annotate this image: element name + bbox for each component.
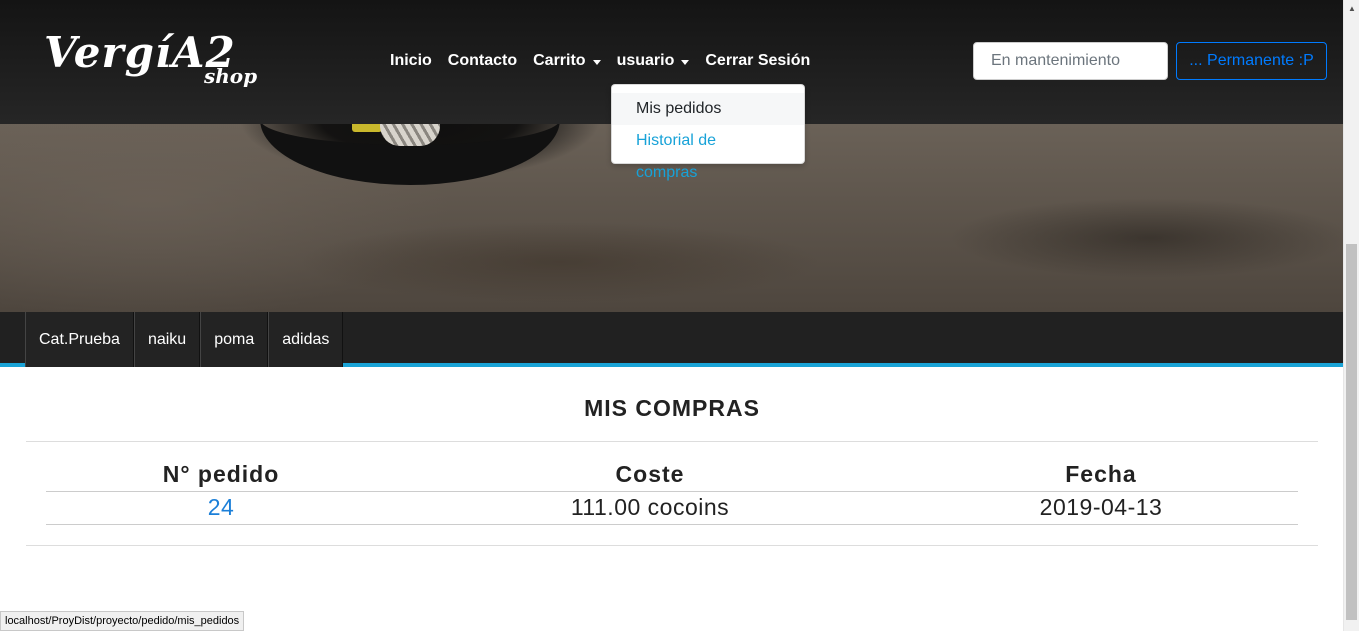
main-nav: Inicio Contacto Carrito usuario Cerrar S… [382, 48, 818, 74]
browser-status-bar: localhost/ProyDist/proyecto/pedido/mis_p… [0, 611, 245, 631]
nav-label: Contacto [447, 52, 518, 69]
nav-dropdown-usuario[interactable]: usuario [609, 48, 698, 74]
scrollbar-thumb[interactable] [1346, 244, 1357, 620]
page-title: MIS COMPRAS [584, 395, 760, 421]
category-item[interactable]: naiku [133, 312, 201, 367]
divider [26, 441, 1318, 442]
nav-label: usuario [616, 52, 675, 69]
orders-table: N° pedido Coste Fecha 24 111.00 cocoins … [46, 459, 1298, 525]
divider [26, 545, 1318, 546]
nav-link-contacto[interactable]: Contacto [440, 48, 525, 74]
nav-label: Cerrar Sesión [705, 52, 811, 69]
caret-down-icon [681, 59, 690, 65]
permanente-button[interactable]: ... Permanente :P [1176, 42, 1327, 80]
table-row: 24 111.00 cocoins 2019-04-13 [46, 491, 1298, 525]
caret-down-icon [592, 59, 601, 65]
nav-label: Inicio [390, 52, 432, 69]
column-header-cost: Coste [396, 459, 904, 492]
column-header-order-number: N° pedido [46, 459, 396, 492]
search-input[interactable] [973, 42, 1168, 80]
category-bar: Cat.Prueba naiku poma adidas [0, 312, 1343, 367]
nav-dropdown-carrito[interactable]: Carrito [525, 48, 608, 74]
dropdown-item-mis-pedidos[interactable]: Mis pedidos [612, 93, 804, 125]
table-header-row: N° pedido Coste Fecha [46, 459, 1298, 492]
order-link[interactable]: 24 [208, 494, 235, 520]
nav-link-cerrar-sesion[interactable]: Cerrar Sesión [697, 48, 818, 74]
logo-sub-text: shop [204, 64, 258, 88]
dropdown-item-historial-compras[interactable]: Historial de compras [612, 125, 804, 181]
brand-logo[interactable]: VergíA2 shop [44, 28, 274, 92]
category-list: Cat.Prueba naiku poma adidas [25, 312, 344, 367]
page-viewport: VergíA2 shop Inicio Contacto Carrito usu… [0, 0, 1343, 631]
user-dropdown-menu: Mis pedidos Historial de compras [611, 84, 805, 181]
vertical-scrollbar[interactable]: ▲ [1343, 0, 1359, 631]
order-date-cell: 2019-04-13 [904, 491, 1298, 525]
nav-link-inicio[interactable]: Inicio [382, 48, 440, 74]
column-header-date: Fecha [904, 459, 1298, 492]
category-item[interactable]: adidas [268, 312, 344, 367]
nav-label: Carrito [533, 52, 586, 69]
order-number-cell: 24 [46, 491, 396, 525]
scroll-up-arrow-icon[interactable]: ▲ [1344, 0, 1359, 16]
order-cost-cell: 111.00 cocoins [396, 491, 904, 525]
category-item[interactable]: poma [200, 312, 269, 367]
category-item[interactable]: Cat.Prueba [25, 312, 134, 367]
